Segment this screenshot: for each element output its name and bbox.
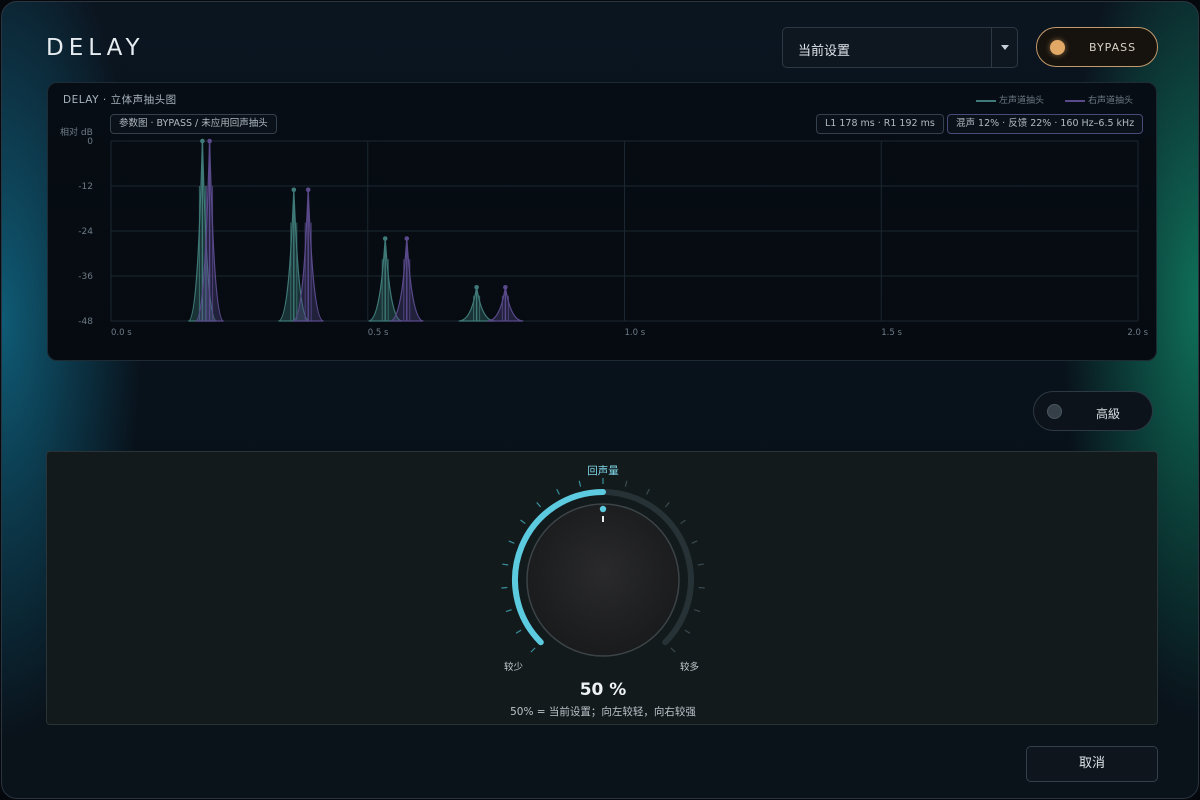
- tap-point: [404, 236, 410, 241]
- knob-tick: [578, 480, 582, 487]
- knob-body: [526, 503, 680, 657]
- tap-point: [291, 187, 297, 193]
- preset-value: 当前设置: [798, 44, 851, 59]
- preset-dropdown[interactable]: 当前设置: [782, 27, 1018, 68]
- knob-tick: [646, 488, 650, 495]
- y-tick-label: -48: [78, 317, 93, 327]
- knob-max-label: 较多: [680, 662, 700, 673]
- knob-panel: 回声量 较少 较多 50 % 50% = 当前设置；向左较轻，向右较强: [46, 451, 1158, 725]
- y-tick-label: -24: [78, 227, 93, 237]
- advanced-led-icon: [1047, 404, 1062, 419]
- tap-point: [503, 284, 508, 290]
- knob-tick: [670, 647, 676, 653]
- x-tick-label: 0.0 s: [111, 328, 132, 338]
- cancel-button[interactable]: 取消: [1026, 746, 1158, 782]
- knob-tick: [694, 609, 701, 613]
- knob-title: 回声量: [587, 465, 619, 477]
- y-tick-label: -36: [78, 272, 93, 282]
- knob-tick: [536, 502, 542, 508]
- y-tick-label: -12: [78, 182, 93, 192]
- knob-tick: [505, 609, 512, 613]
- tap-graph-panel: DELAY · 立体声抽头图 左声道抽头 右声道抽头 参数图 · BYPASS …: [47, 82, 1157, 361]
- knob-tick: [520, 519, 526, 525]
- knob-tick: [556, 488, 560, 495]
- knob-value: 50 %: [579, 680, 627, 700]
- knob-tick: [684, 629, 691, 634]
- x-tick-label: 0.5 s: [368, 328, 389, 338]
- tap-point: [474, 284, 479, 290]
- knob-tick: [664, 502, 670, 508]
- advanced-toggle[interactable]: 高級: [1033, 391, 1153, 431]
- knob-indicator-dot: [599, 505, 607, 513]
- bypass-label: BYPASS: [1089, 41, 1137, 54]
- x-tick-label: 1.5 s: [881, 328, 902, 338]
- preset-dropdown-toggle[interactable]: [991, 28, 1017, 67]
- advanced-label: 高級: [1096, 407, 1121, 421]
- tap-point: [200, 138, 205, 144]
- knob-tick: [515, 629, 522, 634]
- tap-point: [305, 187, 311, 193]
- knob-tick: [530, 647, 536, 653]
- x-tick-label: 1.0 s: [625, 328, 646, 338]
- knob-tick: [691, 540, 698, 544]
- tap-point: [207, 138, 212, 144]
- page-title: DELAY: [46, 35, 145, 61]
- delay-window: DELAY 当前设置 BYPASS DELAY · 立体声抽头图 左声道抽头 右…: [1, 1, 1199, 799]
- tap-point: [382, 236, 388, 241]
- x-tick-label: 2.0 s: [1127, 328, 1148, 338]
- knob-tick: [680, 519, 686, 525]
- y-tick-label: 0: [87, 137, 93, 147]
- bypass-led-icon: [1050, 40, 1065, 55]
- bypass-toggle[interactable]: BYPASS: [1036, 27, 1158, 67]
- chevron-down-icon: [1001, 45, 1009, 50]
- knob-hint: 50% = 当前设置；向左较轻，向右较强: [510, 706, 696, 718]
- knob-tick: [508, 540, 515, 544]
- knob-tick: [697, 563, 704, 566]
- knob-tick: [502, 563, 509, 566]
- knob-tick: [624, 480, 628, 487]
- knob-min-label: 较少: [504, 662, 524, 673]
- tap-chart: 0 -12 -24 -36 -48 0.0 s 0.5 s 1.0 s 1.5 s 2.0 s: [78, 137, 1148, 338]
